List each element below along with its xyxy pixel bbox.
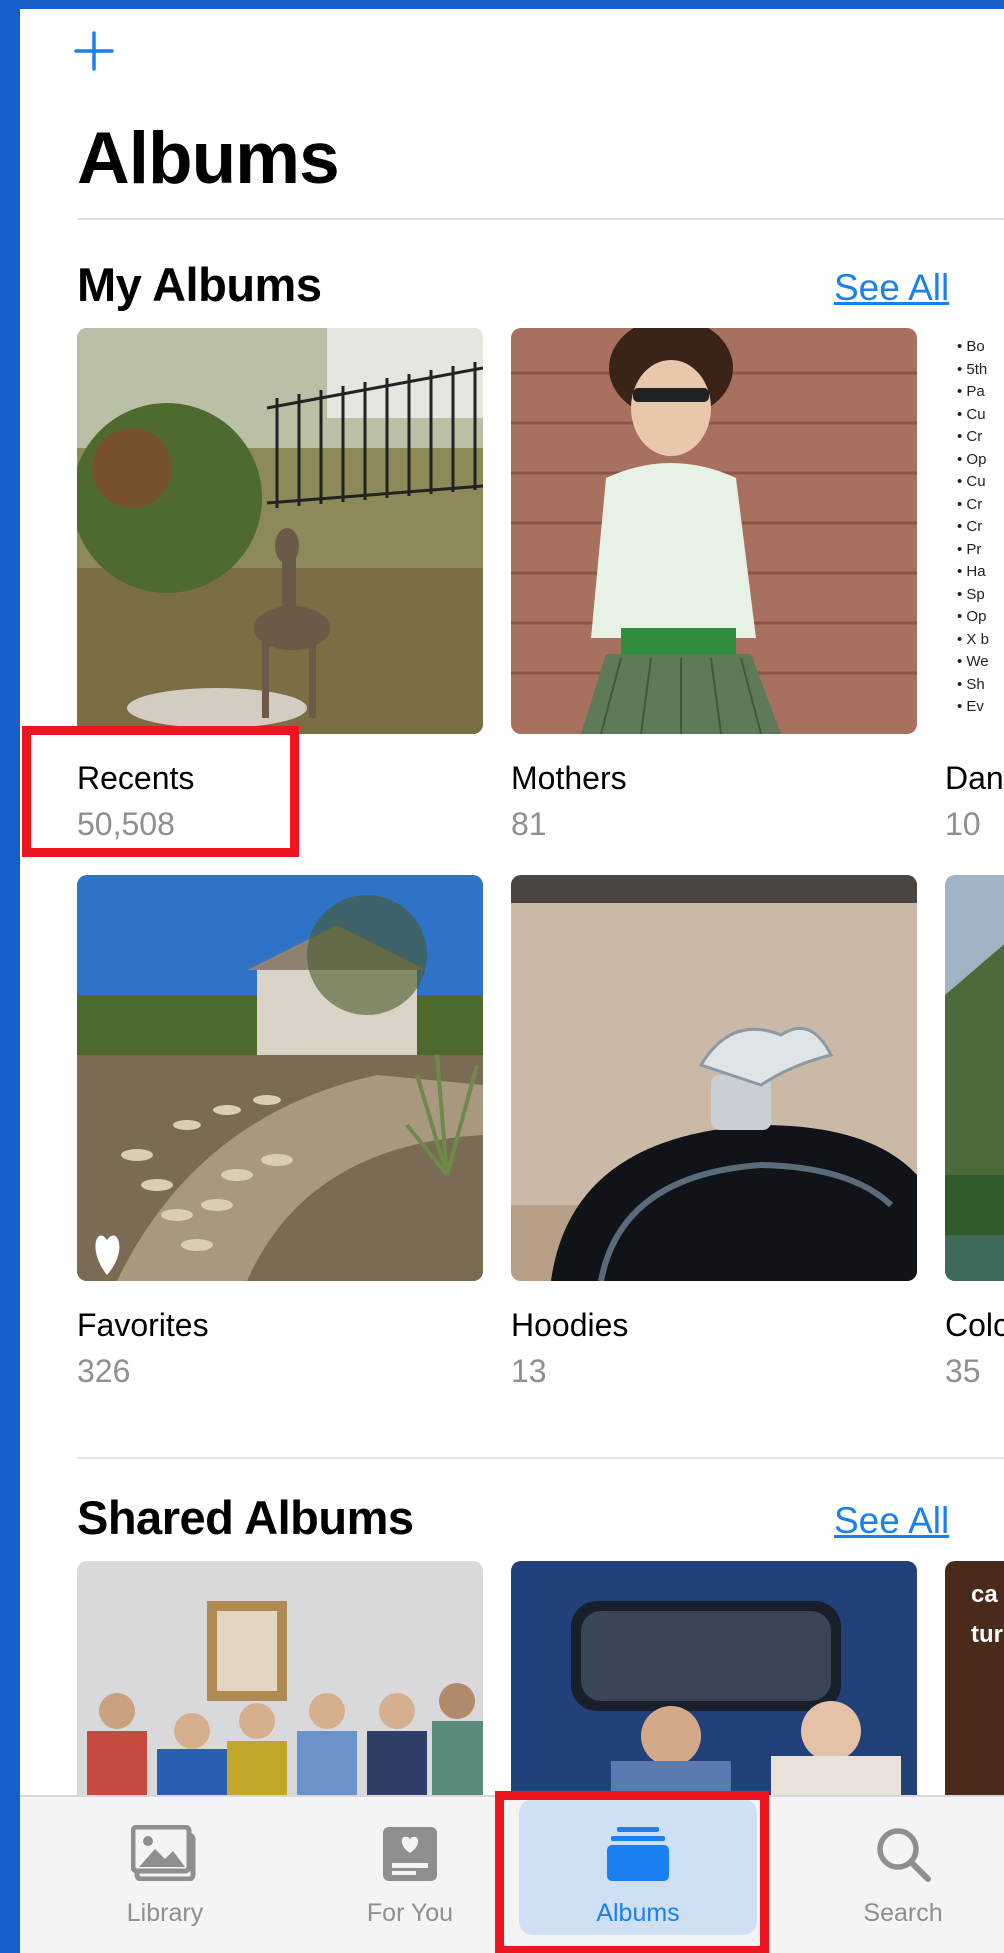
album-count: 326	[77, 1353, 131, 1389]
page-title: Albums	[77, 118, 340, 199]
highlight-box-albums-tab	[495, 1791, 769, 1953]
for-you-icon	[383, 1827, 437, 1881]
notes-line: • Cr	[957, 518, 983, 535]
divider	[77, 218, 1004, 220]
album-count: 13	[511, 1353, 547, 1389]
album-thumbnail-hoodies[interactable]	[511, 875, 917, 1281]
albums-screen: Albums My Albums See All Recents 50,508 …	[20, 9, 1004, 1953]
notes-line: • Ha	[957, 563, 986, 580]
search-icon	[877, 1828, 931, 1882]
album-name: Colc	[945, 1307, 1004, 1343]
mountain-lake-photo	[945, 875, 1004, 1281]
truck-people-photo	[511, 1561, 917, 1801]
album-thumbnail-colc[interactable]	[945, 875, 1004, 1281]
notes-line: • Cu	[957, 405, 986, 423]
notes-line: • Cr	[957, 495, 983, 513]
shared-album-thumbnail-2[interactable]	[511, 1561, 917, 1801]
car-hood-ornament-photo	[511, 875, 917, 1281]
notes-line: • Sh	[957, 675, 985, 693]
shared-albums-see-all-link[interactable]: See All	[834, 1500, 949, 1542]
notes-line: • Cr	[957, 428, 983, 445]
peek-text: ca tur	[971, 1581, 1003, 1648]
my-albums-title: My Albums	[77, 258, 322, 311]
notes-line: • Ev	[957, 698, 984, 715]
divider	[77, 1457, 1004, 1459]
album-count: 81	[511, 806, 547, 842]
group-photo	[77, 1561, 483, 1801]
album-name: Dan	[945, 760, 1004, 796]
album-name: Mothers	[511, 760, 627, 796]
notes-document-preview: • Bo • 5th • Pa • Cu • Cr • Op • Cu • Cr • Cr • P…	[957, 336, 989, 719]
notes-line: • Pa	[957, 383, 985, 400]
notes-line: • X b	[957, 630, 989, 648]
notes-line: • Pr	[957, 540, 982, 558]
plus-icon	[74, 31, 114, 71]
photos-icon	[131, 1825, 196, 1881]
album-thumbnail-mothers[interactable]	[511, 328, 917, 734]
notes-line: • 5th	[957, 360, 988, 378]
tab-library[interactable]: Library	[65, 1797, 265, 1953]
tab-label: Library	[126, 1899, 204, 1927]
tab-bar: Library For You Albums Search	[20, 1791, 1004, 1953]
highlight-box-recents	[22, 726, 299, 857]
tab-for-you[interactable]: For You	[310, 1797, 510, 1953]
tab-label: Search	[863, 1899, 943, 1927]
album-thumbnail-recents[interactable]	[77, 328, 483, 734]
deer-photo	[77, 328, 483, 734]
notes-line: • Op	[957, 608, 987, 625]
album-thumbnail-dan[interactable]: • Bo • 5th • Pa • Cu • Cr • Op • Cu • Cr • Cr • P…	[945, 328, 1004, 734]
album-count: 35	[945, 1353, 981, 1389]
shared-album-thumbnail-1[interactable]	[77, 1561, 483, 1801]
add-album-button[interactable]	[72, 29, 116, 73]
notes-line: • Bo	[957, 338, 985, 355]
tab-label: For You	[366, 1899, 454, 1927]
notes-line: • We	[957, 653, 989, 670]
my-albums-see-all-link[interactable]: See All	[834, 267, 949, 309]
album-name: Hoodies	[511, 1307, 629, 1343]
woman-portrait-photo	[511, 328, 917, 734]
album-name: Favorites	[77, 1307, 209, 1343]
shared-album-thumbnail-3[interactable]: ca tur	[945, 1561, 1004, 1801]
album-count: 10	[945, 806, 981, 842]
tab-search[interactable]: Search	[803, 1797, 1003, 1953]
notes-line: • Sp	[957, 585, 985, 603]
notes-line: • Cu	[957, 473, 986, 490]
album-thumbnail-favorites[interactable]	[77, 875, 483, 1281]
shared-albums-title: Shared Albums	[77, 1491, 414, 1544]
notes-line: • Op	[957, 450, 987, 468]
garden-path-photo	[77, 875, 483, 1281]
